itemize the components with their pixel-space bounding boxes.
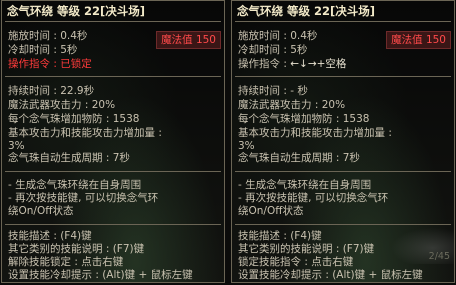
orb-period: 念气珠自动生成周期 : 7秒 [238, 152, 360, 164]
command-row: 操作指令 : 已锁定 [8, 58, 92, 71]
command-label: 操作指令 : [8, 58, 61, 70]
divider [5, 171, 221, 172]
help-line: 解除技能锁定 : 点击右键 [8, 256, 124, 268]
divider [5, 224, 221, 225]
command-value: ←↓→+空格 [290, 58, 347, 70]
page-indicator: 2/45 [428, 251, 450, 262]
orb-period: 念气珠自动生成周期 : 7秒 [8, 152, 130, 164]
divider [5, 21, 221, 22]
command-row: 操作指令 : ←↓→+空格 [238, 58, 346, 71]
orb-defense: 每个念气珠增加物防 : 1538 [238, 113, 370, 125]
magic-attack: 魔法武器攻击力 : 20% [238, 99, 346, 111]
cooldown: 冷却时间 : 5秒 [8, 44, 78, 56]
duration: 持续时间 : 22.9秒 [8, 85, 95, 97]
help-line: 设置技能冷却提示 : (Alt)键 + 鼠标左键 [8, 269, 193, 281]
mp-cost-badge: 魔法值 150 [156, 31, 221, 49]
help-line: 技能描述 : (F4)键 [238, 230, 322, 242]
magic-attack: 魔法武器攻击力 : 20% [8, 99, 116, 111]
cast-time: 施放时间 : 0.4秒 [8, 30, 88, 42]
cooldown: 冷却时间 : 5秒 [238, 44, 308, 56]
duration: 持续时间 : - 秒 [238, 85, 308, 97]
description-line: 绕On/Off状态 [238, 205, 304, 217]
skill-title: 念气环绕 等级 22[决斗场] [7, 4, 146, 18]
skill-title: 念气环绕 等级 22[决斗场] [237, 4, 376, 18]
help-line: 技能描述 : (F4)键 [8, 230, 92, 242]
help-line: 设置技能冷却提示 : (Alt)键 + 鼠标左键 [238, 269, 423, 281]
base-attack-label: 基本攻击力和技能攻击力增加量 : [238, 127, 392, 139]
description-line: - 生成念气珠环绕在自身周围 [8, 179, 142, 191]
help-line: 其它类别的技能说明 : (F7)键 [238, 243, 375, 255]
description-line: - 再次按技能键, 可以切换念气环 [238, 192, 389, 204]
base-attack-label: 基本攻击力和技能攻击力增加量 : [8, 127, 162, 139]
divider [235, 171, 451, 172]
skill-tooltip-right: 念气环绕 等级 22[决斗场] 施放时间 : 0.4秒 魔法值 150 冷却时间… [231, 0, 455, 283]
command-value: 已锁定 [60, 58, 92, 70]
help-line: 其它类别的技能说明 : (F7)键 [8, 243, 145, 255]
description-line: 绕On/Off状态 [8, 205, 74, 217]
divider [5, 76, 221, 77]
description-line: - 生成念气珠环绕在自身周围 [238, 179, 372, 191]
description-line: - 再次按技能键, 可以切换念气环 [8, 192, 159, 204]
orb-defense: 每个念气珠增加物防 : 1538 [8, 113, 140, 125]
divider [235, 224, 451, 225]
skill-tooltip-left: 念气环绕 等级 22[决斗场] 施放时间 : 0.4秒 魔法值 150 冷却时间… [1, 0, 225, 283]
divider [235, 21, 451, 22]
mp-cost-badge: 魔法值 150 [386, 31, 451, 49]
divider [235, 76, 451, 77]
cast-time: 施放时间 : 0.4秒 [238, 30, 318, 42]
help-line: 锁定技能指令 : 点击右键 [238, 256, 354, 268]
command-label: 操作指令 : [238, 58, 291, 70]
